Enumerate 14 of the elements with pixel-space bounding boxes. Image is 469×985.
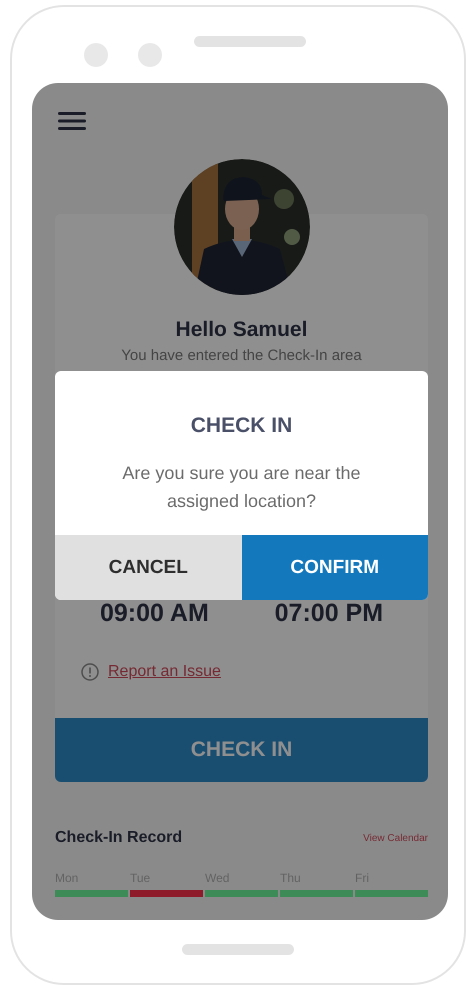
view-calendar-link[interactable]: View Calendar <box>363 832 428 844</box>
cancel-button[interactable]: CANCEL <box>55 535 242 600</box>
report-issue-link[interactable]: Report an Issue <box>108 663 221 681</box>
greeting: Hello Samuel <box>174 317 308 343</box>
dialog-message: Are you sure you are near the assigned location? <box>121 462 362 513</box>
section-title: Check-In Record <box>55 829 182 847</box>
confirm-button[interactable]: CONFIRM <box>242 535 428 600</box>
alert-icon <box>81 663 99 681</box>
shift-time: 07:00 PM <box>274 598 384 628</box>
subtitle: You have entered the Check-In area <box>120 346 363 366</box>
menu-icon[interactable] <box>58 112 86 130</box>
dialog-title: CHECK IN <box>190 413 294 439</box>
shift-time: 09:00 AM <box>100 598 209 628</box>
check-in-button[interactable]: CHECK IN <box>55 718 428 782</box>
